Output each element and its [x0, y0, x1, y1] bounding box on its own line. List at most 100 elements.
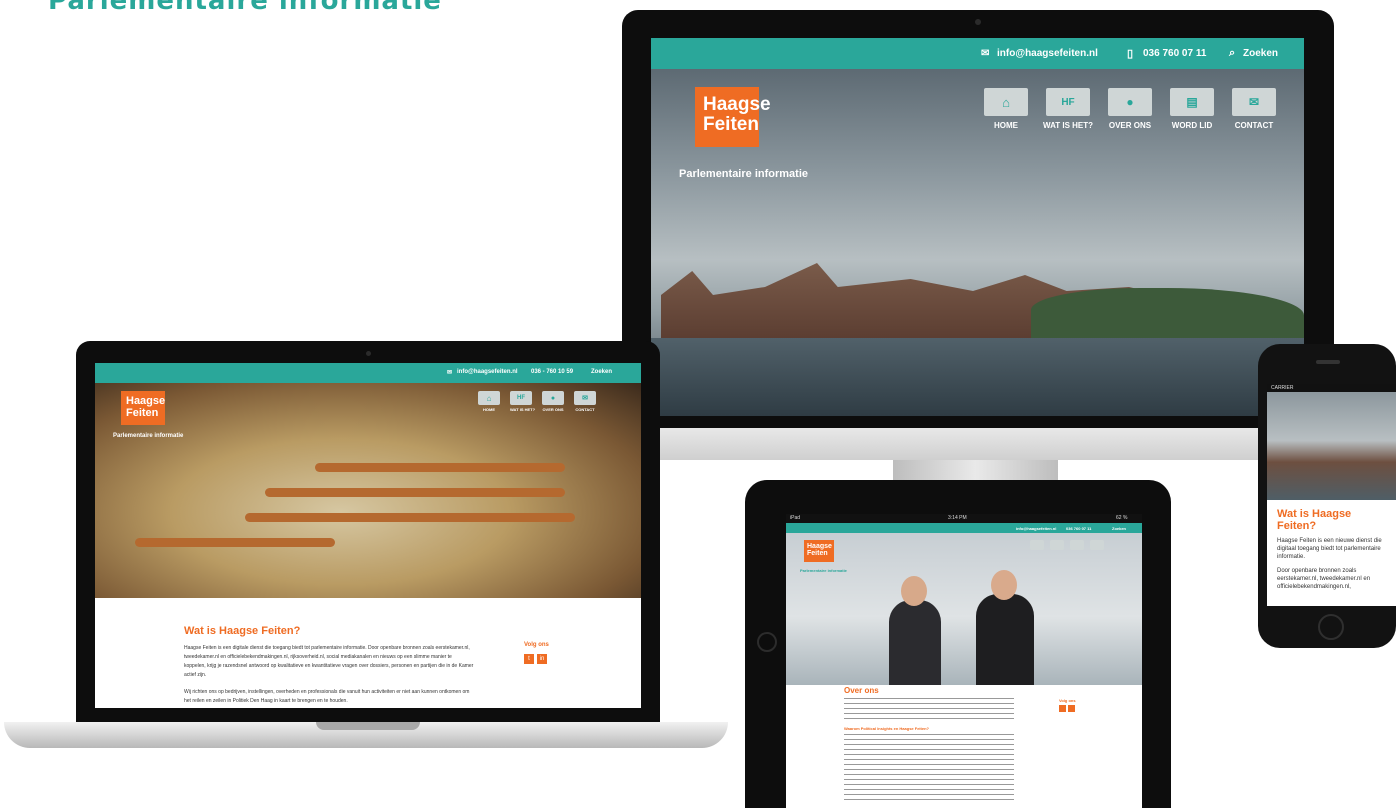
phone-hero-image [1267, 392, 1396, 500]
laptop-nav-item[interactable]: ✉ CONTACT [574, 391, 596, 412]
seat-row [265, 488, 565, 497]
laptop-nav-item[interactable]: ● OVER ONS [542, 391, 564, 412]
tablet-text-block [844, 698, 1014, 722]
seat-row [135, 538, 335, 547]
tablet-content-title: Over ons [844, 686, 879, 695]
tablet-twitter-icon[interactable] [1059, 705, 1066, 712]
tablet-home-icon[interactable] [1030, 540, 1044, 550]
logo-line-2: Feiten [126, 406, 159, 419]
hf-nav-icon[interactable]: HF [1046, 88, 1090, 116]
logo-line-2: Feiten [807, 550, 828, 558]
tablet-topbar: info@haagsefeiten.nl 036 760 07 11 Zoeke… [786, 523, 1142, 533]
tablet-linkedin-icon[interactable] [1068, 705, 1075, 712]
linkedin-icon[interactable]: in [537, 654, 547, 664]
twitter-icon[interactable]: t [524, 654, 534, 664]
tablet-person-icon[interactable] [1070, 540, 1084, 550]
tablet-nav [1030, 540, 1104, 550]
hero-water [651, 338, 1304, 416]
home-nav-icon[interactable]: ⌂ [984, 88, 1028, 116]
nav-label: OVER ONS [542, 407, 564, 412]
site-tagline: Parlementaire informatie [679, 168, 808, 180]
laptop-logo[interactable]: Haagse Feiten [121, 391, 165, 425]
logo-line-1: Haagse [703, 94, 771, 115]
top-contact-bar: ✉ info@haagsefeiten.nl ▯ 036 760 07 11 ⌕… [651, 38, 1304, 69]
nav-over-ons[interactable]: OVER ONS [1102, 121, 1158, 130]
mail-icon: ✉ [981, 48, 990, 59]
phone-icon: ▯ [1127, 48, 1134, 60]
nav-contact[interactable]: CONTACT [1226, 121, 1282, 130]
home-icon: ⌂ [478, 391, 500, 405]
laptop-follow-us: Volg ons [524, 642, 549, 648]
person-right [976, 594, 1034, 685]
nav-word-lid[interactable]: WORD LID [1164, 121, 1220, 130]
phone-speaker [1316, 360, 1340, 364]
contact-phone[interactable]: 036 760 07 11 [1143, 48, 1206, 59]
phone-screen: CARRIER Wat is Haagse Feiten? Haagse Fei… [1267, 384, 1396, 606]
envelope-nav-icon[interactable]: ✉ [1232, 88, 1276, 116]
desktop-screen: ✉ info@haagsefeiten.nl ▯ 036 760 07 11 ⌕… [651, 38, 1304, 416]
phone-title-line-2: Feiten? [1277, 520, 1317, 532]
tablet-status-time: 3:14 PM [948, 515, 967, 521]
phone-home-button[interactable] [1318, 614, 1344, 640]
phone-para-2: Door openbare bronnen zoals eerstekamer.… [1277, 568, 1371, 590]
phone-carrier: CARRIER [1271, 385, 1294, 391]
tablet-follow-us: Volg ons [1059, 698, 1076, 703]
nav-label: HOME [483, 407, 495, 412]
contact-email[interactable]: info@haagsefeiten.nl [997, 48, 1098, 59]
laptop-screen: ✉ info@haagsefeiten.nl 036 - 760 10 59 Z… [95, 363, 641, 708]
laptop-email[interactable]: info@haagsefeiten.nl [457, 369, 518, 375]
search-icon[interactable]: ⌕ [1229, 47, 1235, 60]
monitor-chin [622, 428, 1334, 460]
laptop-phone[interactable]: 036 - 760 10 59 [531, 369, 573, 375]
seat-row [315, 463, 565, 472]
tablet-search[interactable]: Zoeken [1112, 526, 1126, 531]
tablet-email[interactable]: info@haagsefeiten.nl [1016, 526, 1056, 531]
phone-statusbar: CARRIER [1267, 384, 1396, 392]
tablet-logo[interactable]: Haagse Feiten [804, 540, 834, 562]
tablet-hero-image [786, 533, 1142, 685]
person-left [889, 600, 941, 685]
envelope-icon: ✉ [574, 391, 596, 405]
seat-row [245, 513, 575, 522]
laptop-para-2: Wij richten ons op bedrijven, instelling… [184, 689, 470, 704]
person-left-head [901, 576, 927, 606]
nav-label: WAT IS HET? [510, 407, 536, 412]
phone-para-1: Haagse Feiten is een nieuwe dienst die d… [1277, 538, 1382, 560]
laptop-para-1: Haagse Feiten is een digitale dienst die… [184, 645, 474, 678]
tablet-statusbar: iPad 3:14 PM 62 % [786, 514, 1142, 523]
tablet-status-left: iPad [790, 515, 801, 521]
nav-wat-is-het[interactable]: WAT IS HET? [1040, 121, 1096, 130]
tablet-tagline: Parlementaire informatie [800, 568, 847, 573]
nav-home[interactable]: HOME [984, 121, 1028, 130]
tablet-hf-icon[interactable] [1050, 540, 1064, 550]
laptop-search[interactable]: Zoeken [591, 369, 612, 375]
laptop-mail-icon: ✉ [447, 370, 453, 376]
person-nav-icon[interactable]: ● [1108, 88, 1152, 116]
camera-icon [975, 19, 981, 25]
id-card-nav-icon[interactable]: ▤ [1170, 88, 1214, 116]
phone-title-line-1: Wat is Haagse [1277, 508, 1352, 520]
tablet-phone[interactable]: 036 760 07 11 [1066, 526, 1091, 531]
person-right-head [991, 570, 1017, 600]
laptop-notch [316, 722, 420, 730]
tablet-status-right: 62 % [1116, 515, 1128, 521]
site-logo[interactable]: Haagse Feiten [695, 87, 771, 147]
laptop-tagline: Parlementaire informatie [113, 433, 184, 439]
search-link[interactable]: Zoeken [1243, 48, 1278, 59]
laptop-nav-item[interactable]: HF WAT IS HET? [510, 391, 536, 412]
laptop-topbar: ✉ info@haagsefeiten.nl 036 - 760 10 59 Z… [95, 363, 641, 383]
hero-trees [1031, 288, 1304, 343]
laptop-nav: ⌂ HOME HF WAT IS HET? ● OVER ONS ✉ CONTACT [478, 391, 596, 412]
tablet-home-button[interactable] [757, 632, 777, 652]
tablet-screen: iPad 3:14 PM 62 % info@haagsefeiten.nl 0… [786, 514, 1142, 808]
laptop-camera-icon [366, 351, 371, 356]
page-heading: Parlementaire informatie [48, 0, 442, 16]
logo-line-1: Haagse [807, 543, 832, 550]
nav-label: CONTACT [575, 407, 595, 412]
phone-title: Wat is Haagse Feiten? [1277, 508, 1351, 532]
laptop-nav-item[interactable]: ⌂ HOME [478, 391, 500, 412]
logo-line-1: Haagse [126, 395, 166, 407]
laptop-content-title: Wat is Haagse Feiten? [184, 625, 301, 637]
tablet-envelope-icon[interactable] [1090, 540, 1104, 550]
logo-line-2: Feiten [703, 113, 759, 135]
